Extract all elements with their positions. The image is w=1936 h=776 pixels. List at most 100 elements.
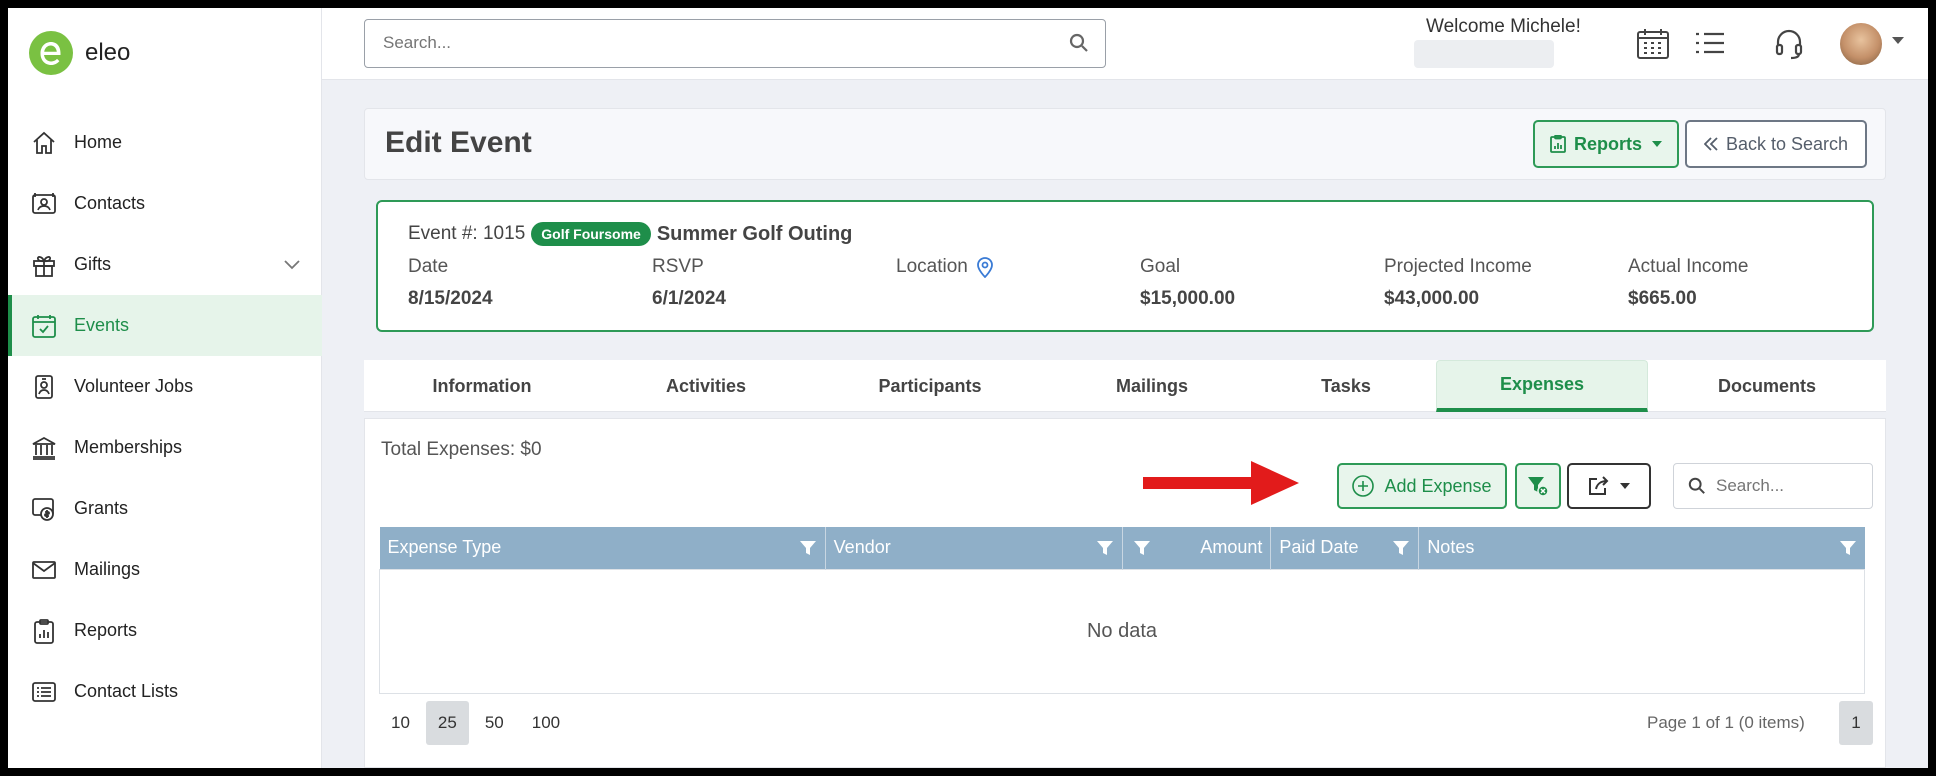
- red-arrow-annotation: [1143, 461, 1299, 505]
- column-header-label: Vendor: [833, 537, 891, 558]
- id-badge-icon: [30, 373, 58, 401]
- sidebar-item-grants[interactable]: Grants: [8, 478, 322, 539]
- stat-value: 6/1/2024: [652, 288, 726, 309]
- filter-icon[interactable]: [1392, 539, 1410, 562]
- welcome-message: Welcome Michele!: [1426, 16, 1581, 37]
- list-icon: [30, 678, 58, 706]
- bank-building-icon: [30, 434, 58, 462]
- reports-dropdown-button[interactable]: Reports: [1533, 120, 1679, 168]
- caret-down-icon[interactable]: [1892, 37, 1904, 44]
- clear-filter-button[interactable]: [1515, 463, 1561, 509]
- global-search-input[interactable]: [383, 33, 1023, 53]
- sidebar-item-events[interactable]: Events: [8, 295, 322, 356]
- table-header-row: Expense Type Vendor Amount Paid Date Not…: [379, 527, 1865, 569]
- tab-participants[interactable]: Participants: [812, 360, 1048, 412]
- column-header-notes[interactable]: Notes: [1418, 527, 1865, 569]
- plus-circle-icon: [1352, 475, 1375, 497]
- sidebar-item-reports[interactable]: Reports: [8, 600, 322, 661]
- envelope-icon: [30, 556, 58, 584]
- page-number-button[interactable]: 1: [1839, 701, 1873, 745]
- column-header-label: Amount: [1200, 537, 1263, 558]
- total-expenses: Total Expenses: $0: [381, 439, 542, 460]
- tab-expenses[interactable]: Expenses: [1436, 360, 1648, 412]
- chevron-down-icon[interactable]: [284, 254, 300, 275]
- headset-support-icon[interactable]: [1774, 28, 1804, 65]
- stat-label-wrap: Location: [896, 256, 994, 278]
- stat-value: 8/15/2024: [408, 288, 493, 309]
- stat-goal: Goal $15,000.00: [1140, 256, 1235, 310]
- sidebar-item-label: Events: [74, 315, 130, 335]
- search-icon: [1688, 477, 1706, 500]
- calendar-icon[interactable]: [1636, 28, 1670, 65]
- page-size-option[interactable]: 100: [520, 701, 572, 745]
- stat-location: Location: [896, 256, 994, 278]
- event-summary-card: Event #: 1015 Golf Foursome Summer Golf …: [376, 200, 1874, 332]
- stat-projected-income: Projected Income $43,000.00: [1384, 256, 1532, 310]
- column-header-expense-type[interactable]: Expense Type: [379, 527, 826, 569]
- sidebar-item-label: Reports: [74, 620, 138, 640]
- tab-documents[interactable]: Documents: [1648, 360, 1886, 412]
- sidebar-item-home[interactable]: Home: [8, 112, 322, 173]
- money-icon: [30, 495, 58, 523]
- sidebar-nav: Home Contacts Gifts Events Volunteer Job…: [8, 112, 322, 722]
- event-name: Summer Golf Outing: [656, 222, 853, 245]
- home-icon: [30, 129, 58, 157]
- search-icon[interactable]: [1069, 33, 1089, 58]
- back-to-search-button[interactable]: Back to Search: [1685, 120, 1867, 168]
- stat-rsvp: RSVP 6/1/2024: [652, 256, 726, 310]
- app-logo[interactable]: eleo: [29, 31, 130, 75]
- calendar-check-icon: [30, 312, 58, 340]
- sidebar-item-label: Home: [74, 132, 123, 152]
- add-expense-button[interactable]: Add Expense: [1337, 463, 1507, 509]
- sidebar-item-label: Grants: [74, 498, 129, 518]
- tab-mailings[interactable]: Mailings: [1048, 360, 1256, 412]
- caret-down-icon: [1620, 483, 1630, 489]
- gift-icon: [30, 251, 58, 279]
- caret-down-icon: [1652, 141, 1662, 147]
- event-type-badge: Golf Foursome: [531, 222, 651, 246]
- expenses-table: Expense Type Vendor Amount Paid Date Not…: [379, 527, 1865, 694]
- stat-label: Actual Income: [1628, 256, 1749, 277]
- grid-search-input[interactable]: [1716, 476, 1866, 496]
- column-header-label: Notes: [1427, 537, 1475, 558]
- sidebar-item-volunteer-jobs[interactable]: Volunteer Jobs: [8, 356, 322, 417]
- tab-tasks[interactable]: Tasks: [1256, 360, 1436, 412]
- export-dropdown-button[interactable]: [1567, 463, 1651, 509]
- user-avatar[interactable]: [1838, 21, 1884, 67]
- map-pin-icon[interactable]: [976, 256, 994, 278]
- event-number: Event #: 1015: [408, 223, 526, 244]
- filter-clear-icon: [1527, 475, 1549, 497]
- sidebar-item-contacts[interactable]: Contacts: [8, 173, 322, 234]
- sidebar-item-gifts[interactable]: Gifts: [8, 234, 322, 295]
- stat-actual-income: Actual Income $665.00: [1628, 256, 1748, 310]
- event-tabs: Information Activities Participants Mail…: [364, 360, 1886, 412]
- column-header-amount[interactable]: Amount: [1122, 527, 1272, 569]
- filter-icon[interactable]: [1839, 539, 1857, 562]
- page-title: Edit Event: [385, 126, 532, 159]
- column-header-paid-date[interactable]: Paid Date: [1270, 527, 1420, 569]
- page-size-option[interactable]: 10: [379, 701, 422, 745]
- sidebar-item-mailings[interactable]: Mailings: [8, 539, 322, 600]
- stat-label: Date: [408, 256, 449, 277]
- filter-icon[interactable]: [799, 539, 817, 562]
- contact-card-icon: [30, 190, 58, 218]
- stat-date: Date 8/15/2024: [408, 256, 493, 310]
- sidebar-item-label: Memberships: [74, 437, 183, 457]
- task-list-icon[interactable]: [1694, 28, 1726, 63]
- clipboard-chart-icon: [30, 617, 58, 645]
- double-chevron-left-icon: [1703, 137, 1718, 151]
- tab-activities[interactable]: Activities: [600, 360, 812, 412]
- column-header-vendor[interactable]: Vendor: [825, 527, 1124, 569]
- back-button-label: Back to Search: [1725, 133, 1849, 154]
- user-org-redacted: [1414, 40, 1554, 68]
- filter-icon[interactable]: [1096, 539, 1114, 562]
- stat-label: Projected Income: [1384, 256, 1532, 277]
- page-size-option[interactable]: 50: [473, 701, 516, 745]
- sidebar-item-memberships[interactable]: Memberships: [8, 417, 322, 478]
- tab-information[interactable]: Information: [364, 360, 600, 412]
- filter-icon[interactable]: [1133, 539, 1151, 562]
- page-size-option-selected[interactable]: 25: [425, 701, 469, 745]
- sidebar-item-label: Contacts: [74, 193, 146, 213]
- sidebar-item-contact-lists[interactable]: Contact Lists: [8, 661, 322, 722]
- page-header-card: Edit Event Reports Back to Search: [364, 108, 1886, 180]
